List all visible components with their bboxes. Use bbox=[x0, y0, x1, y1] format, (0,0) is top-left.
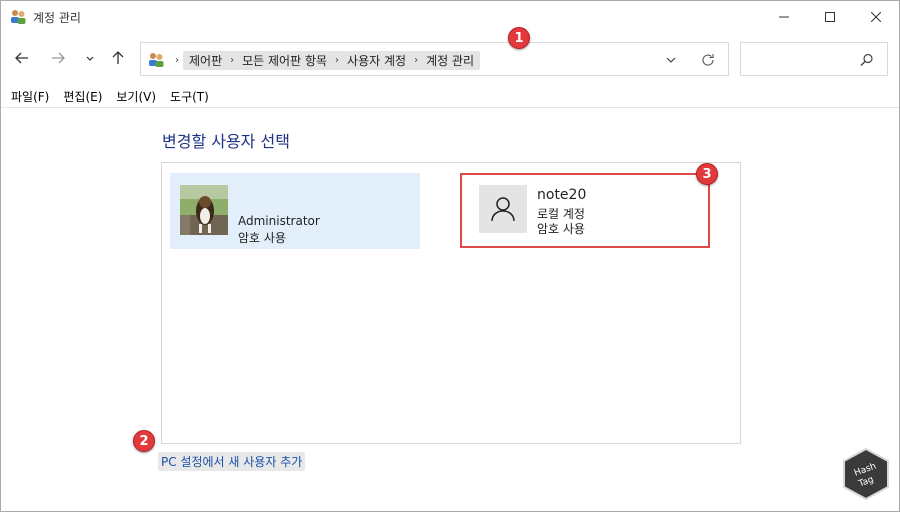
navigation-bar: › 제어판 › 모든 제어판 항목 › 사용자 계정 › 계정 관리 bbox=[1, 41, 899, 77]
up-button[interactable] bbox=[105, 45, 131, 71]
hashtag-logo-icon: Hash Tag bbox=[843, 447, 889, 501]
chevron-down-icon bbox=[666, 57, 676, 63]
close-button[interactable] bbox=[853, 1, 899, 32]
menu-edit[interactable]: 편집(E) bbox=[63, 87, 102, 107]
arrow-up-icon bbox=[112, 51, 124, 64]
refresh-button[interactable] bbox=[698, 50, 718, 70]
account-management-window: 계정 관리 › 제어판 › 모든 제어판 항목 › 사용자 계정 › 계정 관리… bbox=[0, 0, 900, 512]
arrow-left-icon bbox=[15, 52, 28, 64]
refresh-icon bbox=[702, 54, 714, 66]
breadcrumb: › 제어판 › 모든 제어판 항목 › 사용자 계정 › 계정 관리 bbox=[171, 51, 481, 70]
breadcrumb-separator-icon: › bbox=[175, 55, 179, 66]
annotation-marker-1: 1 bbox=[508, 27, 530, 49]
maximize-icon bbox=[825, 11, 835, 22]
close-icon bbox=[871, 11, 881, 22]
breadcrumb-all-items[interactable]: 모든 제어판 항목 bbox=[238, 52, 331, 69]
users-location-icon bbox=[149, 53, 164, 67]
menu-file[interactable]: 파일(F) bbox=[11, 87, 49, 107]
address-bar[interactable]: › 제어판 › 모든 제어판 항목 › 사용자 계정 › 계정 관리 bbox=[140, 42, 729, 76]
minimize-icon bbox=[779, 16, 789, 17]
menu-tools[interactable]: 도구(T) bbox=[170, 87, 209, 107]
breadcrumb-separator-icon[interactable]: › bbox=[410, 55, 422, 66]
arrow-right-icon bbox=[52, 52, 65, 64]
account-name: Administrator bbox=[238, 214, 320, 228]
breadcrumb-separator-icon[interactable]: › bbox=[226, 55, 238, 66]
maximize-button[interactable] bbox=[807, 1, 853, 32]
menu-bar: 파일(F) 편집(E) 보기(V) 도구(T) bbox=[1, 87, 899, 108]
forward-button[interactable] bbox=[45, 45, 71, 71]
address-history-dropdown[interactable] bbox=[661, 51, 681, 69]
recent-locations-button[interactable] bbox=[77, 45, 103, 71]
chevron-down-icon bbox=[86, 56, 94, 61]
window-title: 계정 관리 bbox=[33, 11, 81, 25]
breadcrumb-manage-accounts[interactable]: 계정 관리 bbox=[422, 52, 478, 69]
search-icon[interactable] bbox=[859, 52, 875, 68]
annotation-highlight-box bbox=[460, 173, 710, 248]
account-tile-administrator[interactable]: Administrator 암호 사용 bbox=[170, 173, 420, 249]
breadcrumb-control-panel[interactable]: 제어판 bbox=[185, 52, 226, 69]
avatar bbox=[180, 185, 228, 235]
add-user-link[interactable]: PC 설정에서 새 사용자 추가 bbox=[158, 452, 306, 471]
search-box[interactable] bbox=[740, 42, 888, 76]
title-bar: 계정 관리 bbox=[1, 1, 899, 32]
annotation-marker-2: 2 bbox=[133, 430, 155, 452]
page-title: 변경할 사용자 선택 bbox=[162, 132, 290, 151]
breadcrumb-user-accounts[interactable]: 사용자 계정 bbox=[343, 52, 410, 69]
annotation-marker-3: 3 bbox=[696, 163, 718, 185]
back-button[interactable] bbox=[9, 45, 35, 71]
menu-view[interactable]: 보기(V) bbox=[116, 87, 156, 107]
account-status: 암호 사용 bbox=[238, 231, 286, 245]
users-app-icon bbox=[11, 10, 26, 24]
search-input[interactable] bbox=[747, 51, 855, 69]
minimize-button[interactable] bbox=[761, 1, 807, 32]
breadcrumb-separator-icon[interactable]: › bbox=[331, 55, 343, 66]
breadcrumb-path: 제어판 › 모든 제어판 항목 › 사용자 계정 › 계정 관리 bbox=[183, 51, 481, 70]
